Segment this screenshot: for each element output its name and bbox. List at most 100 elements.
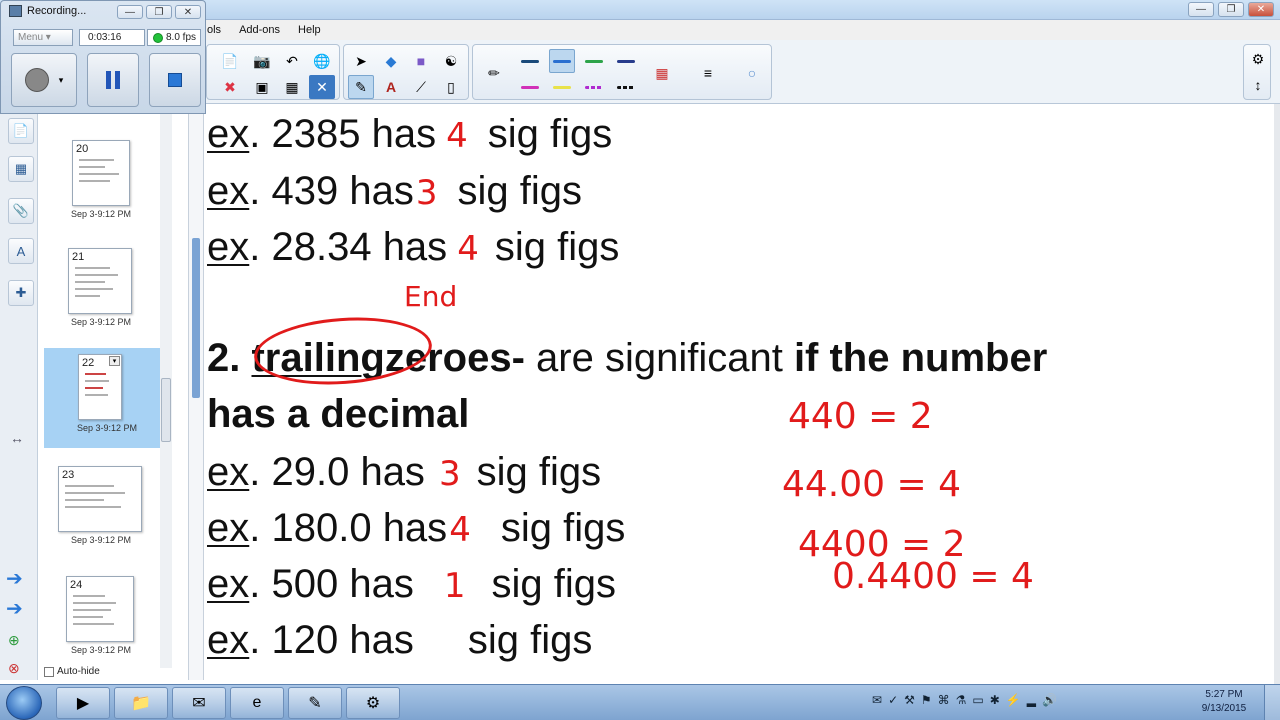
- expand-arrows-icon[interactable]: ↔: [10, 430, 24, 446]
- thumbnail-image: 22 ▾: [78, 354, 122, 420]
- network-tray-icon[interactable]: ⌘: [938, 693, 950, 707]
- gallery-icon[interactable]: ▦: [8, 156, 34, 182]
- fill-icon[interactable]: ☯: [438, 49, 464, 73]
- example-line-3: ex. 28.34 has 4 sig figs: [207, 225, 619, 270]
- screen-shade-icon[interactable]: ▣: [249, 75, 275, 99]
- recorder-minimize-button[interactable]: —: [117, 5, 143, 19]
- undo-icon[interactable]: ↶: [279, 49, 305, 73]
- page-sorter-icon[interactable]: 📄: [8, 118, 34, 144]
- color-palette-icon[interactable]: ▦: [649, 61, 675, 85]
- canvas-scrollbar[interactable]: [1274, 104, 1280, 684]
- page-thumbnail[interactable]: 24 Sep 3-9:12 PM: [38, 570, 164, 670]
- pen-black-icon[interactable]: [517, 49, 543, 73]
- internet-explorer-icon[interactable]: e: [230, 687, 284, 719]
- line-icon[interactable]: ⟋: [408, 75, 434, 99]
- power-tray-icon[interactable]: ⚡: [1006, 693, 1021, 707]
- start-button[interactable]: [6, 686, 42, 720]
- toolbar-group-pens: ✏ ▦ ≡ ○: [472, 44, 772, 100]
- thumbnail-date: Sep 3-9:12 PM: [70, 209, 132, 219]
- properties-icon[interactable]: A: [8, 238, 34, 264]
- select-arrow-icon[interactable]: ➤: [348, 49, 374, 73]
- add-ons-icon[interactable]: ✚: [8, 280, 34, 306]
- pen-black-dash-icon[interactable]: [613, 75, 639, 99]
- shield-tray-icon[interactable]: ⚑: [921, 693, 932, 707]
- next-page-icon[interactable]: ➔: [6, 596, 23, 621]
- usb-tray-icon[interactable]: ⚗: [956, 693, 967, 707]
- menu-add-ons[interactable]: Add-ons: [237, 24, 282, 36]
- thumbnail-image: 24: [66, 576, 134, 642]
- example-tail: sig figs: [467, 618, 593, 662]
- auto-hide-toggle[interactable]: Auto-hide: [44, 666, 100, 677]
- transparency-icon[interactable]: ○: [739, 61, 765, 85]
- recorder-restore-button[interactable]: ❐: [146, 5, 172, 19]
- record-button[interactable]: ▾: [11, 53, 77, 107]
- restore-button[interactable]: ❐: [1218, 2, 1244, 17]
- outlook-icon[interactable]: ✉: [172, 687, 226, 719]
- add-page-icon[interactable]: ⊕: [8, 632, 20, 649]
- display-tray-icon[interactable]: ▭: [972, 693, 983, 707]
- stop-button[interactable]: [149, 53, 201, 107]
- notebook-app-icon[interactable]: ✎: [288, 687, 342, 719]
- menu-help[interactable]: Help: [296, 24, 323, 36]
- pen-blue-icon[interactable]: [549, 49, 575, 73]
- toolbar-group-page: 📄 📷 ↶ 🌐 ✖ ▣ ▦ ✕: [206, 44, 340, 100]
- page-thumbnail[interactable]: 20 Sep 3-9:12 PM: [38, 134, 164, 234]
- pen-navy-icon[interactable]: [613, 49, 639, 73]
- mail-tray-icon[interactable]: ✉: [872, 693, 882, 707]
- previous-page-icon[interactable]: ➔: [6, 566, 23, 591]
- pen-type-icon[interactable]: ✏: [481, 61, 507, 85]
- thumbnail-number: 21: [72, 251, 85, 263]
- page-thumbnail[interactable]: 23 Sep 3-9:12 PM: [38, 460, 164, 560]
- tools-tray-icon[interactable]: ⚒: [904, 693, 915, 707]
- thumbnail-number: 24: [70, 579, 83, 591]
- right-tools-group: ⚙ ↕: [1243, 44, 1271, 100]
- bluetooth-tray-icon[interactable]: ✱: [990, 693, 1000, 707]
- splitter-handle[interactable]: [192, 238, 200, 398]
- signal-tray-icon[interactable]: ▂: [1027, 693, 1036, 707]
- recorder-app-icon[interactable]: ⚙: [346, 687, 400, 719]
- pause-button[interactable]: [87, 53, 139, 107]
- close-button[interactable]: ✕: [1248, 2, 1274, 17]
- eraser-icon[interactable]: ▯: [438, 75, 464, 99]
- close-doc-icon[interactable]: ✕: [309, 75, 335, 99]
- globe-icon[interactable]: 🌐: [309, 49, 335, 73]
- pen-yellow-icon[interactable]: [549, 75, 575, 99]
- security-tray-icon[interactable]: ✓: [888, 693, 898, 707]
- eraser-tool-icon[interactable]: ■: [408, 49, 434, 73]
- new-page-icon[interactable]: 📄: [217, 49, 243, 73]
- auto-hide-checkbox[interactable]: [44, 666, 54, 677]
- pen-green-icon[interactable]: [581, 49, 607, 73]
- volume-tray-icon[interactable]: 🔊: [1042, 693, 1057, 707]
- record-options-chevron-icon[interactable]: ▾: [59, 75, 64, 86]
- show-desktop-button[interactable]: [1264, 685, 1280, 720]
- recorder-menu-dropdown[interactable]: Menu ▾: [13, 29, 73, 46]
- line-width-icon[interactable]: ≡: [695, 61, 721, 85]
- file-explorer-icon[interactable]: 📁: [114, 687, 168, 719]
- delete-page-icon[interactable]: ⊗: [8, 660, 20, 677]
- example-tail: sig figs: [457, 169, 582, 213]
- settings-gear-icon[interactable]: ⚙: [1245, 47, 1271, 71]
- recorder-menu-label: Menu: [18, 32, 44, 43]
- shapes-icon[interactable]: ◆: [378, 49, 404, 73]
- thumbnail-menu-chevron-icon[interactable]: ▾: [109, 356, 120, 366]
- thumbnail-number: 23: [62, 469, 75, 481]
- move-toolbar-icon[interactable]: ↕: [1245, 73, 1271, 97]
- media-player-icon[interactable]: ▶: [56, 687, 110, 719]
- attachments-icon[interactable]: 📎: [8, 198, 34, 224]
- pen-purple-dash-icon[interactable]: [581, 75, 607, 99]
- pens-icon[interactable]: ✎: [348, 75, 374, 99]
- table-icon[interactable]: ▦: [279, 75, 305, 99]
- screen-capture-icon[interactable]: 📷: [249, 49, 275, 73]
- page-thumbnail[interactable]: 21 Sep 3-9:12 PM: [38, 242, 164, 342]
- recorder-close-button[interactable]: ✕: [175, 5, 201, 19]
- page-thumbnail-selected[interactable]: 22 ▾ Sep 3-9:12 PM: [44, 348, 170, 448]
- sidebar-tabs: 📄 ▦ 📎 A ✚ ↔ ➔ ➔ ⊕ ⊗: [0, 114, 38, 680]
- menu-tools[interactable]: ols: [205, 24, 223, 36]
- thumbnail-scroll-thumb[interactable]: [161, 378, 171, 442]
- whiteboard-canvas[interactable]: ex. 2385 has 4 sig figs ex. 439 has3 sig fi…: [204, 104, 1274, 684]
- text-icon[interactable]: A: [378, 75, 404, 99]
- minimize-button[interactable]: —: [1188, 2, 1214, 17]
- pen-magenta-icon[interactable]: [517, 75, 543, 99]
- system-clock[interactable]: 5:27 PM 9/13/2015: [1194, 688, 1254, 716]
- delete-icon[interactable]: ✖: [217, 75, 243, 99]
